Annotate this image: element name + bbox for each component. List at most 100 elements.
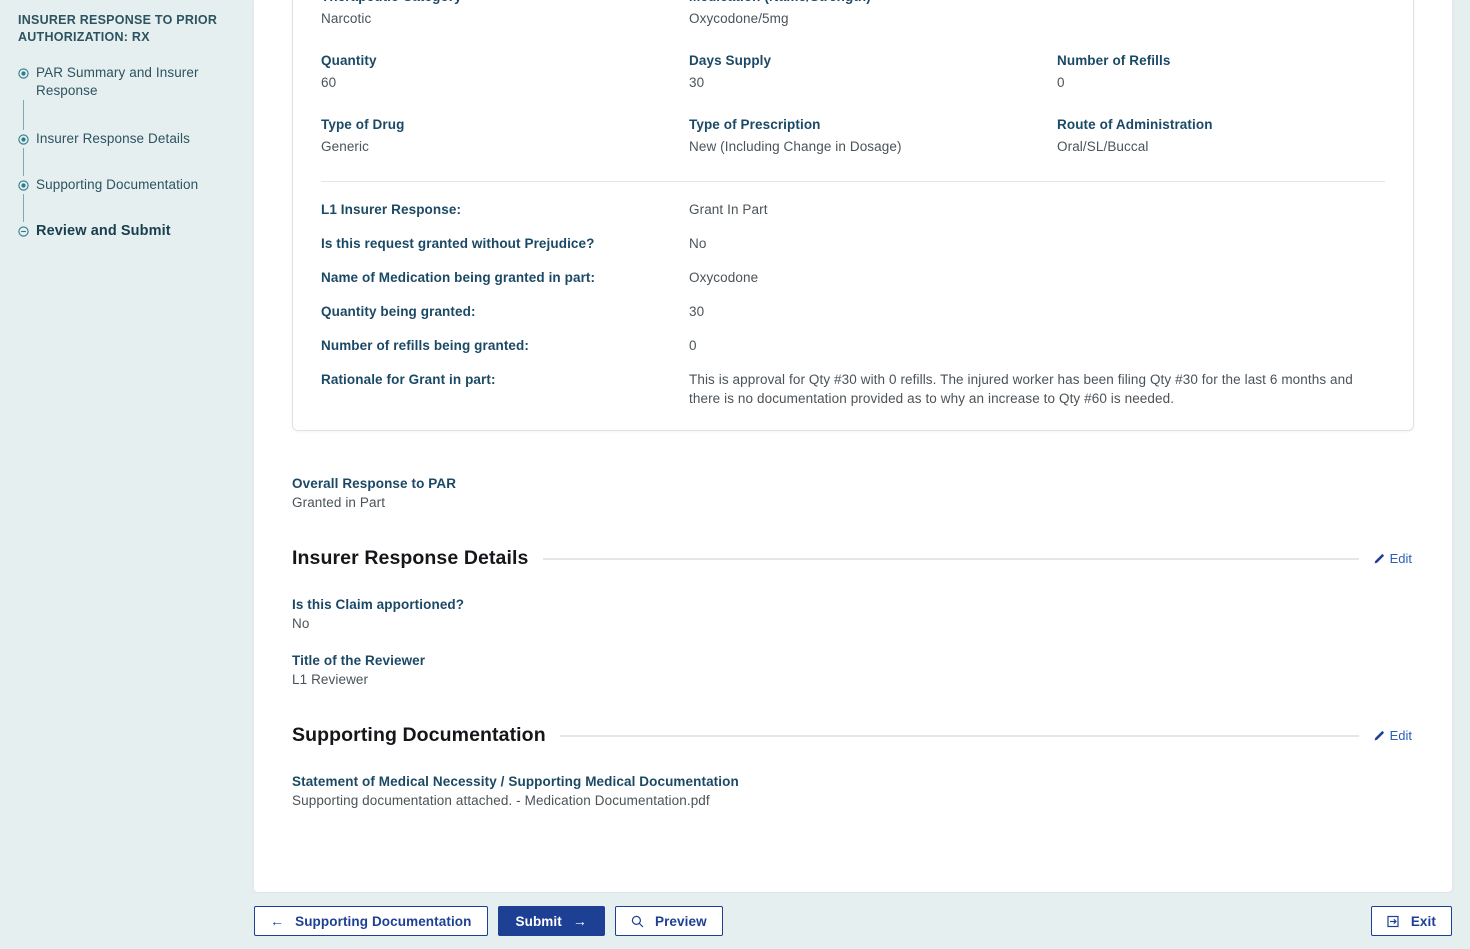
field-route-of-administration: Route of Administration Oral/SL/Buccal xyxy=(1057,115,1385,158)
field-label: Therapeutic Category xyxy=(321,0,689,7)
field-value: 60 xyxy=(321,72,689,94)
sidebar: INSURER RESPONSE TO PRIOR AUTHORIZATION:… xyxy=(0,0,254,949)
par-summary-card: Therapeutic Category Narcotic Medication… xyxy=(292,0,1414,431)
sidebar-item-insurer-response-details[interactable]: Insurer Response Details xyxy=(18,130,234,148)
field-value: L1 Reviewer xyxy=(292,672,1414,687)
back-label: Supporting Documentation xyxy=(295,914,471,929)
field-days-supply: Days Supply 30 xyxy=(689,51,1057,94)
field-value: New (Including Change in Dosage) xyxy=(689,136,1057,158)
field-number-of-refills: Number of Refills 0 xyxy=(1057,51,1385,94)
field-label: Number of Refills xyxy=(1057,51,1385,71)
row-value: No xyxy=(689,234,706,254)
field-statement-of-medical-necessity: Statement of Medical Necessity / Support… xyxy=(292,774,1414,808)
section-rule xyxy=(543,558,1359,560)
row-value: Oxycodone xyxy=(689,268,758,288)
exit-icon xyxy=(1387,915,1400,928)
field-label: Statement of Medical Necessity / Support… xyxy=(292,774,1414,789)
exit-label: Exit xyxy=(1411,914,1436,929)
radio-filled-icon xyxy=(18,134,29,145)
row-key: Number of refills being granted: xyxy=(321,336,689,356)
row-key: Rationale for Grant in part: xyxy=(321,370,689,390)
field-value: 30 xyxy=(689,72,1057,94)
field-label: Type of Drug xyxy=(321,115,689,135)
field-label: Medication (Name/Strength) xyxy=(689,0,1057,7)
field-type-of-prescription: Type of Prescription New (Including Chan… xyxy=(689,115,1057,158)
row-value: 30 xyxy=(689,302,704,322)
sidebar-item-label: Supporting Documentation xyxy=(36,176,198,194)
row-value: 0 xyxy=(689,336,697,356)
nav-connector xyxy=(23,100,24,130)
sidebar-title: INSURER RESPONSE TO PRIOR AUTHORIZATION:… xyxy=(18,12,234,46)
overall-response-value: Granted in Part xyxy=(292,495,1414,510)
page-root: INSURER RESPONSE TO PRIOR AUTHORIZATION:… xyxy=(0,0,1470,949)
arrow-left-icon: ← xyxy=(270,914,284,928)
field-type-of-drug: Type of Drug Generic xyxy=(321,115,689,158)
preview-label: Preview xyxy=(655,914,707,929)
card-divider xyxy=(321,181,1385,182)
field-label: Days Supply xyxy=(689,51,1057,71)
row-value: This is approval for Qty #30 with 0 refi… xyxy=(689,370,1385,408)
radio-filled-icon xyxy=(18,68,29,79)
row-key: L1 Insurer Response: xyxy=(321,200,689,220)
sidebar-item-review-and-submit[interactable]: Review and Submit xyxy=(18,222,234,240)
submit-button[interactable]: Submit → xyxy=(498,906,605,936)
submit-label: Submit xyxy=(516,914,562,929)
field-value: Generic xyxy=(321,136,689,158)
sidebar-item-par-summary[interactable]: PAR Summary and Insurer Response xyxy=(18,64,234,100)
footer-left-group: ← Supporting Documentation Submit → Prev… xyxy=(254,906,723,936)
radio-filled-icon xyxy=(18,180,29,191)
field-label: Title of the Reviewer xyxy=(292,653,1414,668)
field-value: Supporting documentation attached. - Med… xyxy=(292,793,1414,808)
overall-response-block: Overall Response to PAR Granted in Part xyxy=(292,476,1414,510)
field-empty-slot xyxy=(1057,0,1385,30)
row-key: Quantity being granted: xyxy=(321,302,689,322)
sidebar-item-label: PAR Summary and Insurer Response xyxy=(36,64,234,100)
section-rule xyxy=(560,735,1359,737)
back-to-supporting-documentation-button[interactable]: ← Supporting Documentation xyxy=(254,906,488,936)
field-therapeutic-category: Therapeutic Category Narcotic xyxy=(321,0,689,30)
row-quantity-granted: Quantity being granted: 30 xyxy=(321,302,1385,322)
nav-connector xyxy=(23,148,24,176)
sidebar-nav: PAR Summary and Insurer Response Insurer… xyxy=(18,64,234,240)
par-summary-field-grid: Therapeutic Category Narcotic Medication… xyxy=(321,0,1385,158)
field-label: Is this Claim apportioned? xyxy=(292,597,1414,612)
search-icon xyxy=(631,915,644,928)
field-label: Type of Prescription xyxy=(689,115,1057,135)
main-content: Therapeutic Category Narcotic Medication… xyxy=(254,0,1470,949)
section-title: Supporting Documentation xyxy=(292,724,546,747)
supporting-documentation-header: Supporting Documentation Edit xyxy=(292,724,1414,747)
insurer-response-details-header: Insurer Response Details Edit xyxy=(292,547,1414,570)
row-key: Is this request granted without Prejudic… xyxy=(321,234,689,254)
sidebar-item-supporting-documentation[interactable]: Supporting Documentation xyxy=(18,176,234,194)
footer-right-group: Exit xyxy=(1371,906,1452,936)
field-value: Oral/SL/Buccal xyxy=(1057,136,1385,158)
l1-response-rows: L1 Insurer Response: Grant In Part Is th… xyxy=(321,200,1385,408)
field-value: 0 xyxy=(1057,72,1385,94)
edit-insurer-response-details-button[interactable]: Edit xyxy=(1373,551,1414,566)
edit-label: Edit xyxy=(1390,728,1412,743)
edit-supporting-documentation-button[interactable]: Edit xyxy=(1373,728,1414,743)
pencil-icon xyxy=(1373,553,1385,565)
field-value: Narcotic xyxy=(321,8,689,30)
row-granted-without-prejudice: Is this request granted without Prejudic… xyxy=(321,234,1385,254)
circle-dash-icon xyxy=(18,226,29,237)
footer-toolbar: ← Supporting Documentation Submit → Prev… xyxy=(0,893,1470,949)
row-value: Grant In Part xyxy=(689,200,768,220)
nav-connector xyxy=(23,194,24,222)
row-medication-granted-in-part: Name of Medication being granted in part… xyxy=(321,268,1385,288)
field-title-of-reviewer: Title of the Reviewer L1 Reviewer xyxy=(292,653,1414,687)
field-value: No xyxy=(292,616,1414,631)
preview-button[interactable]: Preview xyxy=(615,906,723,936)
edit-label: Edit xyxy=(1390,551,1412,566)
field-medication-name-strength: Medication (Name/Strength) Oxycodone/5mg xyxy=(689,0,1057,30)
field-value: Oxycodone/5mg xyxy=(689,8,1057,30)
field-quantity: Quantity 60 xyxy=(321,51,689,94)
sidebar-item-label: Insurer Response Details xyxy=(36,130,190,148)
exit-button[interactable]: Exit xyxy=(1371,906,1452,936)
field-label: Route of Administration xyxy=(1057,115,1385,135)
field-label: Quantity xyxy=(321,51,689,71)
row-l1-insurer-response: L1 Insurer Response: Grant In Part xyxy=(321,200,1385,220)
review-panel: Therapeutic Category Narcotic Medication… xyxy=(254,0,1452,892)
pencil-icon xyxy=(1373,730,1385,742)
overall-response-label: Overall Response to PAR xyxy=(292,476,1414,491)
